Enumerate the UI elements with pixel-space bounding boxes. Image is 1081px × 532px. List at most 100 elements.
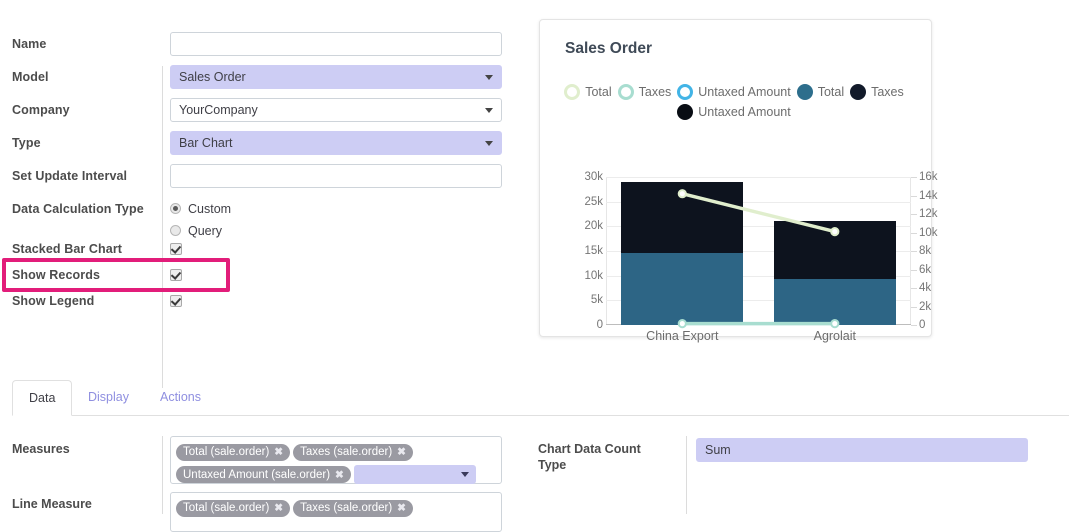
chart-plot-area: 05k10k15k20k25k30k02k4k6k8k10k12k14k16kC… [606, 177, 911, 325]
form-row-show-records: Show Records [0, 263, 520, 289]
control-show-legend [170, 294, 182, 312]
legend-marker-icon [850, 84, 866, 100]
line-measure-input[interactable]: Total (sale.order) ✖ Taxes (sale.order) ✖ [170, 492, 502, 532]
line-measure-tag[interactable]: Taxes (sale.order) ✖ [293, 500, 413, 517]
chevron-down-icon [485, 108, 493, 113]
measures-dropdown[interactable] [354, 465, 476, 484]
line-point-taxes[interactable] [679, 320, 686, 327]
company-select[interactable]: YourCompany [170, 98, 502, 122]
y-axis-tick-label: 10k [584, 270, 603, 282]
chart-title: Sales Order [565, 40, 652, 58]
tabs-container: Data Display Actions [0, 380, 1081, 416]
y-axis-tick-label: 20k [584, 220, 603, 232]
set-update-interval-input[interactable] [170, 164, 502, 188]
bottom-right-divider [686, 436, 687, 514]
y2-axis-tick-label: 14k [919, 190, 938, 202]
form-row-stacked-bar-chart: Stacked Bar Chart [0, 237, 520, 263]
control-model: Sales Order [170, 65, 502, 89]
tab-data[interactable]: Data [12, 380, 72, 416]
x-axis-tick-label: China Export [646, 329, 718, 343]
checkbox-show-records[interactable] [170, 269, 182, 281]
remove-icon[interactable]: ✖ [274, 502, 283, 514]
label-show-legend: Show Legend [12, 294, 94, 308]
radio-label-custom: Custom [188, 202, 231, 216]
y-axis-tick-label: 30k [584, 171, 603, 183]
y2-tick-mark [911, 196, 917, 197]
control-set-update-interval [170, 164, 502, 188]
type-select[interactable]: Bar Chart [170, 131, 502, 155]
legend-label: Taxes [639, 85, 672, 99]
chart-data-count-type-label-1: Chart Data Count [538, 441, 641, 457]
form-row-show-legend: Show Legend [0, 289, 520, 315]
legend-marker-icon [564, 84, 580, 100]
y-axis-tick-label: 25k [584, 196, 603, 208]
legend-item-untaxed-amount-2[interactable]: Untaxed Amount [677, 84, 790, 100]
name-input[interactable] [170, 32, 502, 56]
y-axis-tick-label: 15k [584, 245, 603, 257]
y2-tick-mark [911, 325, 917, 326]
measure-tag[interactable]: Untaxed Amount (sale.order)✖ [176, 466, 351, 483]
remove-icon[interactable]: ✖ [274, 446, 283, 458]
form-row-set-update-interval: Set Update Interval [0, 162, 520, 195]
line-measure-label: Line Measure [12, 496, 92, 512]
y2-axis-tick-label: 8k [919, 245, 931, 257]
remove-icon[interactable]: ✖ [335, 469, 344, 481]
form-rows: NameModelSales OrderCompanyYourCompanyTy… [0, 30, 520, 315]
legend-marker-icon [677, 84, 693, 100]
company-value: YourCompany [179, 103, 258, 117]
chevron-down-icon [485, 75, 493, 80]
chart-data-count-type-select[interactable]: Sum [696, 438, 1028, 462]
x-axis-tick-label: Agrolait [814, 329, 856, 343]
control-stacked-bar-chart [170, 242, 182, 260]
measure-tag[interactable]: Taxes (sale.order) ✖ [293, 444, 413, 461]
legend-marker-icon [677, 104, 693, 120]
control-company: YourCompany [170, 98, 502, 122]
legend-label: Total [818, 85, 844, 99]
legend-item-taxes-1[interactable]: Taxes [618, 84, 672, 100]
legend-label: Total [585, 85, 611, 99]
line-total[interactable] [682, 194, 835, 232]
line-measure-tag[interactable]: Total (sale.order) ✖ [176, 500, 290, 517]
legend-label: Untaxed Amount [698, 105, 790, 119]
measure-tag[interactable]: Total (sale.order) ✖ [176, 444, 290, 461]
tab-label: Data [29, 391, 55, 405]
label-set-update-interval: Set Update Interval [12, 169, 127, 183]
model-select[interactable]: Sales Order [170, 65, 502, 89]
radio-option-custom[interactable]: Custom [170, 199, 231, 218]
remove-icon[interactable]: ✖ [397, 502, 406, 514]
measure-tag-label: Taxes (sale.order) [300, 446, 392, 458]
remove-icon[interactable]: ✖ [397, 446, 406, 458]
radio-label-query: Query [188, 224, 222, 238]
legend-item-taxes-4[interactable]: Taxes [850, 84, 904, 100]
line-measure-tag-label: Taxes (sale.order) [300, 502, 392, 514]
radio-icon-query[interactable] [170, 225, 181, 236]
tab-actions[interactable]: Actions [144, 380, 216, 416]
legend-item-total-0[interactable]: Total [564, 84, 611, 100]
measure-tag-label: Total (sale.order) [183, 446, 269, 458]
form-row-type: TypeBar Chart [0, 129, 520, 162]
y-axis-tick-label: 0 [597, 319, 603, 331]
checkbox-show-legend[interactable] [170, 295, 182, 307]
line-point-taxes[interactable] [831, 320, 838, 327]
measures-input[interactable]: Total (sale.order)✖Taxes (sale.order)✖Un… [170, 436, 502, 484]
y2-tick-mark [911, 214, 917, 215]
tab-display[interactable]: Display [72, 380, 144, 416]
line-point-total[interactable] [679, 190, 686, 197]
form-row-model: ModelSales Order [0, 63, 520, 96]
chart-data-count-type-value: Sum [705, 443, 731, 457]
line-point-total[interactable] [831, 228, 838, 235]
form-row-data-calculation-type: Data Calculation TypeCustomQuery [0, 195, 520, 237]
legend-item-untaxed-amount-5[interactable]: Untaxed Amount [677, 104, 790, 120]
y2-tick-mark [911, 233, 917, 234]
label-show-records: Show Records [12, 268, 100, 282]
line-measure-tag-label: Total (sale.order) [183, 502, 269, 514]
tab-label: Display [88, 390, 129, 404]
radio-icon-custom[interactable] [170, 203, 181, 214]
control-show-records [170, 268, 182, 286]
checkbox-stacked-bar-chart[interactable] [170, 243, 182, 255]
y2-tick-mark [911, 177, 917, 178]
legend-label: Untaxed Amount [698, 85, 790, 99]
legend-item-total-3[interactable]: Total [797, 84, 844, 100]
y2-axis-tick-label: 16k [919, 171, 938, 183]
bottom-left-divider [162, 436, 163, 514]
